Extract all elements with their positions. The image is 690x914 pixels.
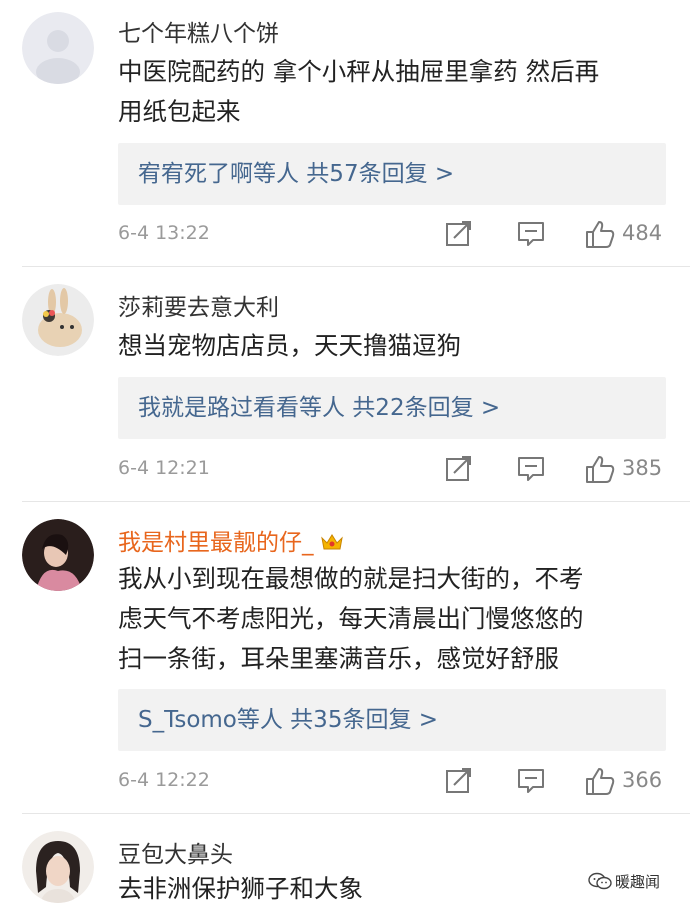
user-avatar[interactable] [22, 12, 94, 84]
comment-text: 中医院配药的 拿个小秤从抽屉里拿药 然后再 用纸包起来 [118, 52, 666, 132]
comment-line: 用纸包起来 [118, 97, 241, 126]
comment-text: 我从小到现在最想做的就是扫大街的，不考 虑天气不考虑阳光，每天清晨出门慢悠悠的 … [118, 559, 666, 679]
username-text: 我是村里最靓的仔_ [118, 530, 314, 556]
username[interactable]: 豆包大鼻头 [118, 835, 233, 869]
divider [22, 266, 690, 267]
wechat-icon [588, 872, 612, 890]
comment-footer: 6-4 13:22 484 [118, 218, 666, 254]
comment-line: 扫一条街，耳朵里塞满音乐，感觉好舒服 [118, 644, 559, 673]
thumbs-up-icon[interactable] [584, 765, 616, 797]
username[interactable]: 莎莉要去意大利 [118, 288, 279, 322]
comment-footer: 6-4 12:22 366 [118, 765, 666, 801]
username[interactable]: 七个年糕八个饼 [118, 14, 279, 48]
comment-icon[interactable] [516, 220, 546, 248]
thumbs-up-icon[interactable] [584, 453, 616, 485]
comment-line: 我从小到现在最想做的就是扫大街的，不考 [118, 564, 584, 593]
comment-line: 去非洲保护狮子和大象 [118, 874, 363, 903]
comment-line: 中医院配药的 拿个小秤从抽屉里拿药 然后再 [118, 57, 600, 86]
comment-text: 想当宠物店店员，天天撸猫逗狗 [118, 326, 666, 366]
timestamp: 6-4 12:22 [118, 769, 210, 791]
watermark-text: 暖趣闻 [615, 873, 661, 891]
comment-text: 去非洲保护狮子和大象 [118, 869, 666, 909]
user-avatar[interactable] [22, 284, 94, 356]
crown-badge-icon [320, 534, 343, 550]
share-icon[interactable] [444, 218, 474, 248]
comment-line: 想当宠物店店员，天天撸猫逗狗 [118, 331, 461, 360]
comment-line: 虑天气不考虑阳光，每天清晨出门慢悠悠的 [118, 604, 584, 633]
timestamp: 6-4 13:22 [118, 222, 210, 244]
like-count: 366 [622, 768, 663, 792]
comment-feed: 七个年糕八个饼 中医院配药的 拿个小秤从抽屉里拿药 然后再 用纸包起来 宥宥死了… [0, 0, 690, 914]
watermark: 暖趣闻 [588, 871, 690, 897]
share-icon[interactable] [444, 765, 474, 795]
comment-icon[interactable] [516, 455, 546, 483]
comment-footer: 6-4 12:21 385 [118, 453, 666, 489]
comment-icon[interactable] [516, 767, 546, 795]
divider [22, 813, 690, 814]
thumbs-up-icon[interactable] [584, 218, 616, 250]
like-count: 484 [622, 221, 663, 245]
divider [22, 501, 690, 502]
reply-summary-link[interactable]: 宥宥死了啊等人 共57条回复 > [118, 143, 666, 205]
timestamp: 6-4 12:21 [118, 457, 210, 479]
user-avatar[interactable] [22, 519, 94, 591]
reply-summary-link[interactable]: S_Tsomo等人 共35条回复 > [118, 689, 666, 751]
reply-summary-link[interactable]: 我就是路过看看等人 共22条回复 > [118, 377, 666, 439]
username[interactable]: 我是村里最靓的仔_ [118, 523, 344, 557]
user-avatar[interactable] [22, 831, 94, 903]
share-icon[interactable] [444, 453, 474, 483]
like-count: 385 [622, 456, 663, 480]
